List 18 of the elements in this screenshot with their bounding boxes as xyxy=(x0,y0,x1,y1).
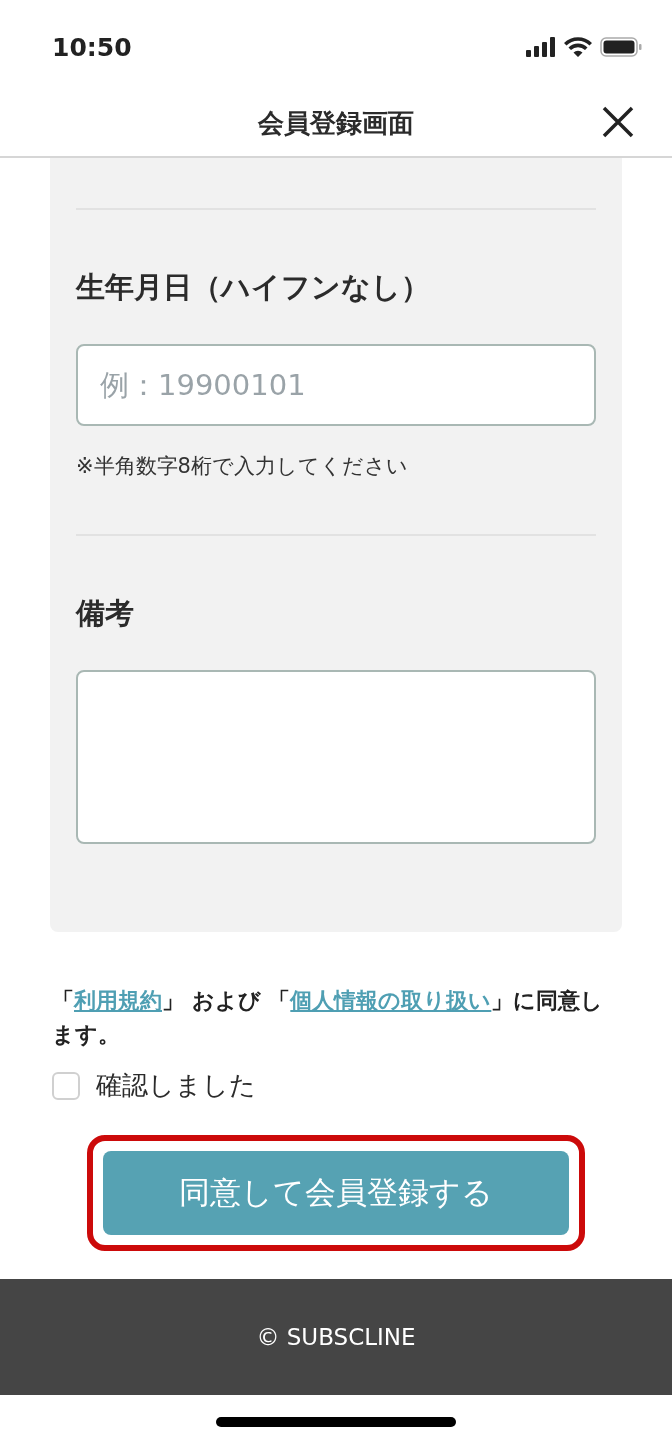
close-button[interactable] xyxy=(600,104,636,140)
screen-title: 会員登録画面 xyxy=(258,106,414,140)
checkbox[interactable] xyxy=(52,1071,80,1100)
field-label: 生年月日（ハイフンなし） xyxy=(76,269,431,306)
wifi-icon xyxy=(564,37,592,57)
submit-button[interactable]: 同意して会員登録する xyxy=(103,1151,569,1235)
textarea-field[interactable] xyxy=(76,670,596,844)
battery-icon xyxy=(600,37,642,57)
checkbox-label: 確認しました xyxy=(96,1069,256,1102)
status-time: 10:50 xyxy=(52,32,132,62)
terms-link[interactable]: 個人情報の取り扱い xyxy=(290,988,492,1013)
field-label: 備考 xyxy=(76,595,135,632)
terms-link[interactable]: 利用規約 xyxy=(74,988,162,1013)
signal-icon xyxy=(526,37,556,57)
input-field[interactable]: 例：19900101 xyxy=(76,344,596,426)
field-note: ※半角数字8桁で入力してください xyxy=(76,453,409,480)
consent-text: 「利用規約」 および 「個人情報の取り扱い」に同意します。 xyxy=(52,987,605,1049)
copyright-text: © SUBSCLINE xyxy=(256,1324,416,1350)
